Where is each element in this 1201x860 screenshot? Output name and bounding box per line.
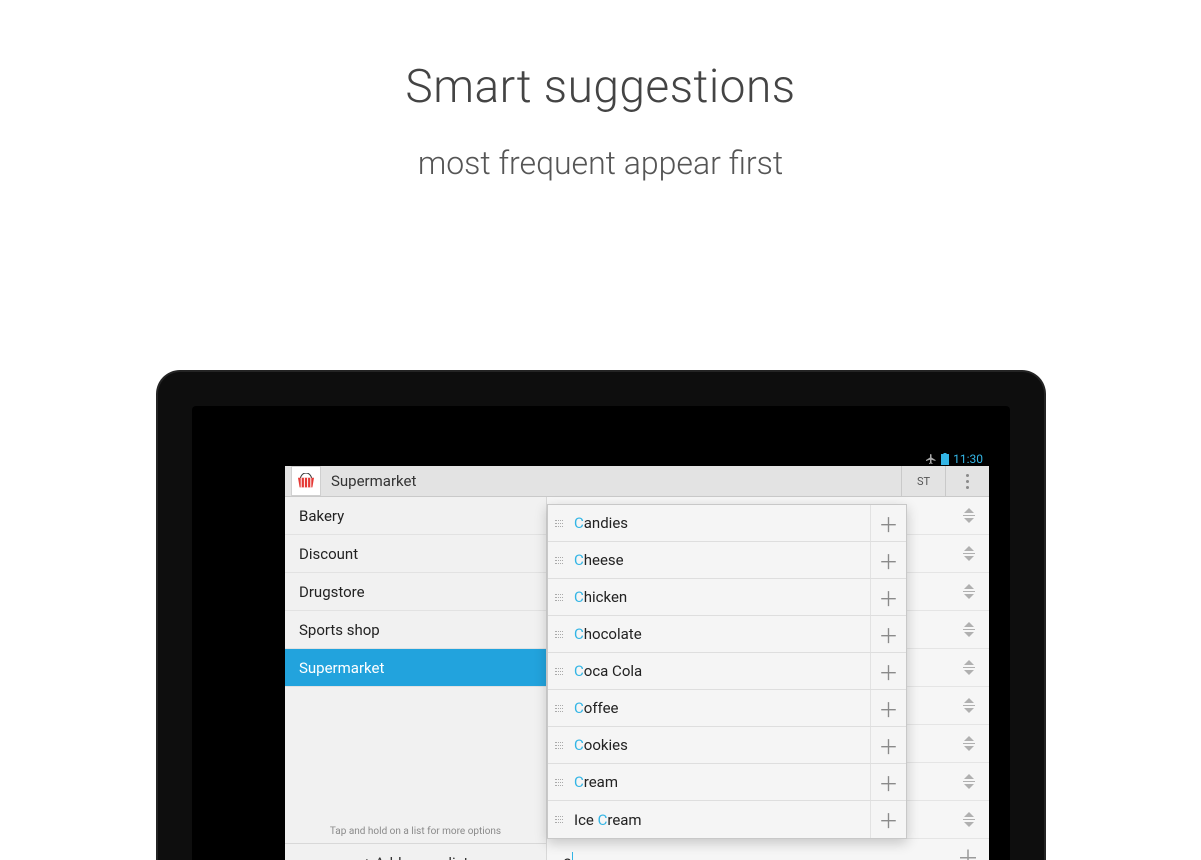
suggestion-item[interactable]: Cookies＋ <box>548 727 906 764</box>
add-item-input[interactable]: c <box>559 847 949 860</box>
suggestion-add-button[interactable]: ＋ <box>870 542 906 578</box>
suggestion-label: Cheese <box>574 551 870 569</box>
suggestion-label: Cookies <box>574 736 870 754</box>
sidebar-item-bakery[interactable]: Bakery <box>285 497 546 535</box>
suggestion-add-button[interactable]: ＋ <box>870 690 906 726</box>
appbar-action-st[interactable]: ST <box>901 466 945 496</box>
suggestion-label: Chicken <box>574 588 870 606</box>
status-bar: 11:30 <box>285 452 989 466</box>
app-bar: Supermarket ST <box>285 466 989 497</box>
suggestion-add-button[interactable]: ＋ <box>870 505 906 541</box>
app-icon[interactable] <box>291 466 321 496</box>
drag-handle-icon[interactable] <box>552 668 566 675</box>
marketing-subheading: most frequent appear first <box>0 144 1201 182</box>
quantity-stepper-icon[interactable] <box>959 696 979 716</box>
content-area: BakeryDiscountDrugstoreSports shopSuperm… <box>285 497 989 860</box>
sidebar-hint: Tap and hold on a list for more options <box>285 818 546 843</box>
sidebar: BakeryDiscountDrugstoreSports shopSuperm… <box>285 497 547 860</box>
suggestion-add-button[interactable]: ＋ <box>870 616 906 652</box>
drag-handle-icon[interactable] <box>552 705 566 712</box>
suggestion-label: Ice Cream <box>574 811 870 829</box>
sidebar-item-discount[interactable]: Discount <box>285 535 546 573</box>
suggestion-label: Cream <box>574 773 870 791</box>
suggestion-item[interactable]: Chicken＋ <box>548 579 906 616</box>
quantity-stepper-icon[interactable] <box>959 506 979 526</box>
drag-handle-icon[interactable] <box>552 742 566 749</box>
overflow-icon <box>966 474 969 489</box>
airplane-mode-icon <box>925 453 937 465</box>
suggestion-item[interactable]: Chocolate＋ <box>548 616 906 653</box>
drag-handle-icon[interactable] <box>552 594 566 601</box>
sidebar-item-sports-shop[interactable]: Sports shop <box>285 611 546 649</box>
sidebar-item-drugstore[interactable]: Drugstore <box>285 573 546 611</box>
app-title: Supermarket <box>331 472 416 490</box>
suggestion-add-button[interactable]: ＋ <box>870 727 906 763</box>
add-item-input-value: c <box>563 852 571 860</box>
suggestion-label: Candies <box>574 514 870 532</box>
drag-handle-icon[interactable] <box>552 520 566 527</box>
device-screen: 11:30 Supermarket ST <box>285 452 989 860</box>
drag-handle-icon[interactable] <box>552 557 566 564</box>
text-caret <box>572 852 573 860</box>
add-list-button[interactable]: + Add a new list <box>285 843 546 860</box>
tablet-frame: 11:30 Supermarket ST <box>156 370 1046 860</box>
suggestion-item[interactable]: Coffee＋ <box>548 690 906 727</box>
suggestion-item[interactable]: Ice Cream＋ <box>548 801 906 838</box>
suggestion-add-button[interactable]: ＋ <box>870 579 906 615</box>
drag-handle-icon[interactable] <box>552 779 566 786</box>
quantity-stepper-icon[interactable] <box>959 582 979 602</box>
drag-handle-icon[interactable] <box>552 816 566 823</box>
quantity-stepper-icon[interactable] <box>959 734 979 754</box>
suggestion-add-button[interactable]: ＋ <box>870 653 906 689</box>
add-item-plus-icon[interactable]: ＋ <box>957 849 979 860</box>
suggestion-label: Chocolate <box>574 625 870 643</box>
tablet-bezel: 11:30 Supermarket ST <box>192 406 1010 860</box>
quantity-stepper-icon[interactable] <box>959 658 979 678</box>
quantity-stepper-icon[interactable] <box>959 772 979 792</box>
status-time: 11:30 <box>953 452 983 466</box>
suggestion-add-button[interactable]: ＋ <box>870 801 906 838</box>
suggestion-item[interactable]: Coca Cola＋ <box>548 653 906 690</box>
suggestion-label: Coffee <box>574 699 870 717</box>
quantity-stepper-icon[interactable] <box>959 544 979 564</box>
quantity-stepper-icon[interactable] <box>959 810 979 830</box>
appbar-overflow[interactable] <box>945 466 989 496</box>
quantity-stepper-icon[interactable] <box>959 620 979 640</box>
suggestion-add-button[interactable]: ＋ <box>870 764 906 800</box>
add-item-row: c ＋ <box>547 839 989 860</box>
basket-icon <box>296 473 316 489</box>
marketing-heading: Smart suggestions <box>0 60 1201 114</box>
sidebar-list: BakeryDiscountDrugstoreSports shopSuperm… <box>285 497 546 818</box>
suggestion-item[interactable]: Candies＋ <box>548 505 906 542</box>
suggestion-item[interactable]: Cheese＋ <box>548 542 906 579</box>
suggestion-label: Coca Cola <box>574 662 870 680</box>
drag-handle-icon[interactable] <box>552 631 566 638</box>
sidebar-item-supermarket[interactable]: Supermarket <box>285 649 546 687</box>
suggestions-popup: Candies＋Cheese＋Chicken＋Chocolate＋Coca Co… <box>547 504 907 839</box>
main-panel: c ＋ Candies＋Cheese＋Chicken＋Chocolate＋Coc… <box>547 497 989 860</box>
suggestion-item[interactable]: Cream＋ <box>548 764 906 801</box>
battery-icon <box>941 453 949 465</box>
